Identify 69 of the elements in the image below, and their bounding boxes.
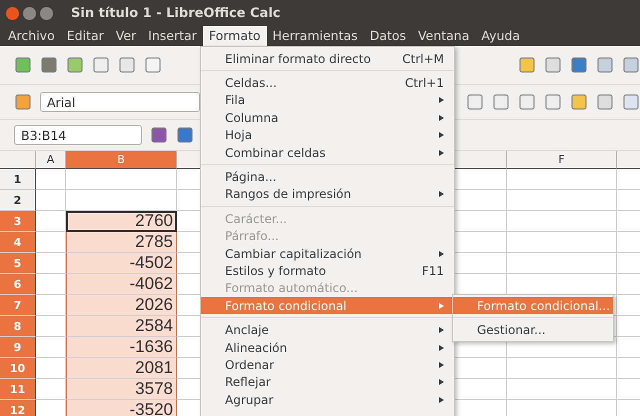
menu-item[interactable]: Alineación	[201, 338, 454, 356]
submenu-arrow-icon	[439, 150, 444, 156]
submenu-arrow-icon	[439, 344, 444, 351]
name-box[interactable]: B3:B14	[14, 125, 142, 145]
table-cell	[36, 316, 66, 337]
menu-item[interactable]: Eliminar formato directo Ctrl+M	[201, 50, 454, 68]
submenu-arrow-icon	[439, 114, 444, 121]
submenu-arrow-icon	[439, 396, 444, 403]
column-header[interactable]	[617, 151, 640, 169]
minimize-button[interactable]	[23, 6, 36, 20]
menu-title[interactable]: Ayuda	[475, 26, 526, 46]
submenu-arrow-icon	[439, 362, 444, 368]
menu-title[interactable]: Archivo	[2, 26, 61, 46]
column-header[interactable]: A	[36, 151, 66, 169]
table-cell: -4062	[66, 274, 177, 295]
menu-item[interactable]: Estilos y formato F11	[201, 262, 454, 280]
table-cell	[36, 211, 66, 232]
table-cell	[36, 232, 66, 253]
menu-item[interactable]: Columna	[201, 109, 454, 127]
menu-title[interactable]: Insertar	[142, 26, 203, 46]
table-cell: 2584	[66, 316, 177, 337]
table-cell: -3520	[66, 400, 177, 416]
table-cell: 2785	[66, 232, 177, 253]
submenu-arrow-icon	[439, 97, 444, 104]
submenu-arrow-icon	[439, 379, 444, 386]
menu-title[interactable]: Herramientas	[266, 26, 364, 46]
menu-title[interactable]: Ventana	[412, 26, 476, 46]
menu-item[interactable]: Anclaje	[201, 321, 454, 339]
menu-item[interactable]: Hoja	[201, 126, 454, 144]
menu-title[interactable]: Ver	[110, 26, 142, 46]
menu-item[interactable]: Celdas... Ctrl+1	[201, 74, 454, 92]
column-header[interactable]: F	[507, 151, 617, 169]
table-cell: -4502	[66, 253, 177, 274]
table-cell	[36, 274, 66, 295]
font-name-field[interactable]: Arial	[40, 92, 200, 112]
submenu-arrow-icon	[439, 191, 444, 198]
window-title: Sin título 1 - LibreOffice Calc	[71, 6, 280, 20]
maximize-button[interactable]	[40, 6, 53, 20]
table-cell	[36, 190, 66, 211]
table-cell	[36, 253, 66, 274]
submenu-arrow-icon	[439, 250, 444, 257]
table-cell: 2760	[66, 211, 177, 232]
table-cell: 2081	[66, 358, 177, 379]
menu-item[interactable]: Combinar celdas	[201, 144, 454, 162]
menu-item[interactable]: Cambiar capitalización	[201, 244, 454, 262]
menu-item[interactable]: Reflejar	[201, 374, 454, 392]
menu-item[interactable]: Página...	[201, 168, 454, 186]
table-cell: 3578	[66, 379, 177, 400]
table-cell	[36, 337, 66, 358]
table-cell: 2026	[66, 295, 177, 316]
menu-item[interactable]: Gestionar...	[453, 321, 613, 339]
submenu-arrow-icon	[439, 302, 444, 309]
table-cell	[36, 358, 66, 379]
table-cell	[36, 169, 66, 190]
table-cell	[36, 295, 66, 316]
menu-item[interactable]: Agrupar	[201, 391, 454, 408]
menu-item[interactable]: Ordenar	[201, 356, 454, 374]
submenu-arrow-icon	[439, 327, 444, 334]
row-header[interactable]: 1	[0, 169, 36, 190]
row-header[interactable]: 2	[0, 190, 36, 211]
menu-title[interactable]: Editar	[60, 26, 110, 46]
table-cell: -1636	[66, 337, 177, 358]
close-button[interactable]	[6, 6, 19, 20]
menu-title[interactable]: Formato	[202, 26, 267, 46]
menu-item[interactable]: Fila	[201, 92, 454, 110]
table-cell	[36, 379, 66, 400]
submenu-arrow-icon	[439, 132, 444, 138]
menu-item[interactable]: Rangos de impresión	[201, 186, 454, 204]
menu-title[interactable]: Datos	[364, 26, 412, 46]
